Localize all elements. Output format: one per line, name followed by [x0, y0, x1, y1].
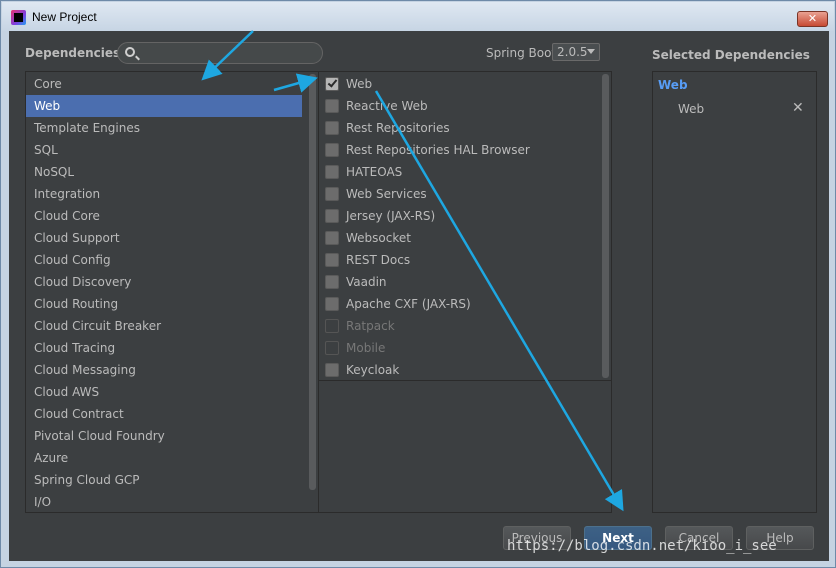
new-project-window: New Project ✕ Dependencies Spring Boot 2… — [0, 0, 836, 568]
dependency-checkbox[interactable] — [325, 77, 339, 91]
watermark-text: https://blog.csdn.net/kioo_i_see — [507, 538, 777, 554]
dependency-label: Mobile — [346, 341, 386, 355]
window-close-button[interactable]: ✕ — [797, 11, 828, 27]
dependency-item[interactable]: Web Services — [319, 183, 599, 205]
category-item-azure[interactable]: Azure — [26, 447, 302, 469]
category-item-spring-cloud-gcp[interactable]: Spring Cloud GCP — [26, 469, 302, 491]
dependency-checkbox[interactable] — [325, 121, 339, 135]
spring-boot-version-value: 2.0.5 — [557, 45, 588, 59]
dependency-label: Jersey (JAX-RS) — [346, 209, 436, 223]
category-item-pivotal-cloud-foundry[interactable]: Pivotal Cloud Foundry — [26, 425, 302, 447]
spring-boot-version-select[interactable]: 2.0.5 — [552, 43, 600, 61]
dependency-item: Mobile — [319, 337, 599, 359]
category-item-template-engines[interactable]: Template Engines — [26, 117, 302, 139]
dependency-item[interactable]: Rest Repositories HAL Browser — [319, 139, 599, 161]
dependency-item[interactable]: Rest Repositories — [319, 117, 599, 139]
category-item-cloud-contract[interactable]: Cloud Contract — [26, 403, 302, 425]
category-item-cloud-circuit-breaker[interactable]: Cloud Circuit Breaker — [26, 315, 302, 337]
close-icon[interactable]: ✕ — [792, 100, 804, 116]
dependency-label: REST Docs — [346, 253, 411, 267]
dependency-list[interactable]: Web Reactive Web Rest Repositories Rest Rep… — [319, 71, 612, 513]
dependency-item[interactable]: Websocket — [319, 227, 599, 249]
category-scrollbar[interactable] — [308, 72, 317, 512]
category-item-cloud-messaging[interactable]: Cloud Messaging — [26, 359, 302, 381]
selected-dependencies-panel: Web Web ✕ — [652, 71, 817, 513]
dependency-checkbox[interactable] — [325, 187, 339, 201]
dependency-checkbox[interactable] — [325, 143, 339, 157]
dependency-item[interactable]: Jersey (JAX-RS) — [319, 205, 599, 227]
category-list[interactable]: Core Web Template Engines SQL NoSQL Integrati… — [25, 71, 319, 513]
dependency-checkbox[interactable] — [325, 275, 339, 289]
dependencies-label: Dependencies — [25, 46, 121, 60]
dependency-item[interactable]: Reactive Web — [319, 95, 599, 117]
search-icon — [125, 47, 135, 57]
dependency-label: Websocket — [346, 231, 411, 245]
window-title: New Project — [32, 10, 97, 24]
dependency-label: Web Services — [346, 187, 427, 201]
category-scrollbar-thumb[interactable] — [309, 74, 316, 490]
dialog-content: Dependencies Spring Boot 2.0.5 Selected … — [9, 31, 829, 561]
dependency-checkbox — [325, 341, 339, 355]
category-item-cloud-routing[interactable]: Cloud Routing — [26, 293, 302, 315]
dependency-label: Vaadin — [346, 275, 387, 289]
dependency-item[interactable]: Keycloak — [319, 359, 599, 381]
dependency-checkbox[interactable] — [325, 209, 339, 223]
category-item-cloud-discovery[interactable]: Cloud Discovery — [26, 271, 302, 293]
spring-boot-label: Spring Boot — [486, 46, 557, 60]
dependency-item[interactable]: Apache CXF (JAX-RS) — [319, 293, 599, 315]
category-item-sql[interactable]: SQL — [26, 139, 302, 161]
category-item-cloud-aws[interactable]: Cloud AWS — [26, 381, 302, 403]
search-input[interactable] — [142, 45, 317, 61]
dependency-label: Keycloak — [346, 363, 400, 377]
selected-group-title: Web — [658, 78, 688, 92]
category-item-web[interactable]: Web — [26, 95, 302, 117]
dependency-label: Apache CXF (JAX-RS) — [346, 297, 471, 311]
dependency-checkbox[interactable] — [325, 297, 339, 311]
selected-dependencies-header: Selected Dependencies — [652, 48, 810, 62]
category-item-cloud-config[interactable]: Cloud Config — [26, 249, 302, 271]
dependency-label: Rest Repositories — [346, 121, 450, 135]
dependency-label: Reactive Web — [346, 99, 428, 113]
category-item-nosql[interactable]: NoSQL — [26, 161, 302, 183]
dependency-item[interactable]: Vaadin — [319, 271, 599, 293]
dependency-label: Web — [346, 77, 373, 91]
intellij-icon — [11, 10, 26, 25]
category-item-integration[interactable]: Integration — [26, 183, 302, 205]
dependency-checkbox[interactable] — [325, 253, 339, 267]
search-box[interactable] — [117, 42, 323, 64]
dependency-label: HATEOAS — [346, 165, 403, 179]
category-item-cloud-support[interactable]: Cloud Support — [26, 227, 302, 249]
checkmark-icon — [327, 77, 338, 88]
dependency-scrollbar-thumb[interactable] — [602, 74, 609, 378]
dependency-item: Ratpack — [319, 315, 599, 337]
category-item-i-o[interactable]: I/O — [26, 491, 302, 513]
dependency-item[interactable]: REST Docs — [319, 249, 599, 271]
title-bar: New Project ✕ — [2, 2, 834, 31]
category-item-cloud-tracing[interactable]: Cloud Tracing — [26, 337, 302, 359]
selected-item-label: Web — [678, 102, 705, 116]
category-item-core[interactable]: Core — [26, 73, 302, 95]
dependency-scrollbar[interactable] — [601, 72, 611, 380]
dependency-label: Rest Repositories HAL Browser — [346, 143, 530, 157]
dependency-checkbox[interactable] — [325, 99, 339, 113]
dependency-label: Ratpack — [346, 319, 395, 333]
dependency-item[interactable]: Web — [319, 73, 599, 95]
dependency-item[interactable]: HATEOAS — [319, 161, 599, 183]
dependency-checkbox[interactable] — [325, 231, 339, 245]
dependency-checkbox — [325, 319, 339, 333]
dependency-checkbox[interactable] — [325, 363, 339, 377]
category-item-cloud-core[interactable]: Cloud Core — [26, 205, 302, 227]
chevron-down-icon — [587, 49, 595, 54]
dependency-checkbox[interactable] — [325, 165, 339, 179]
